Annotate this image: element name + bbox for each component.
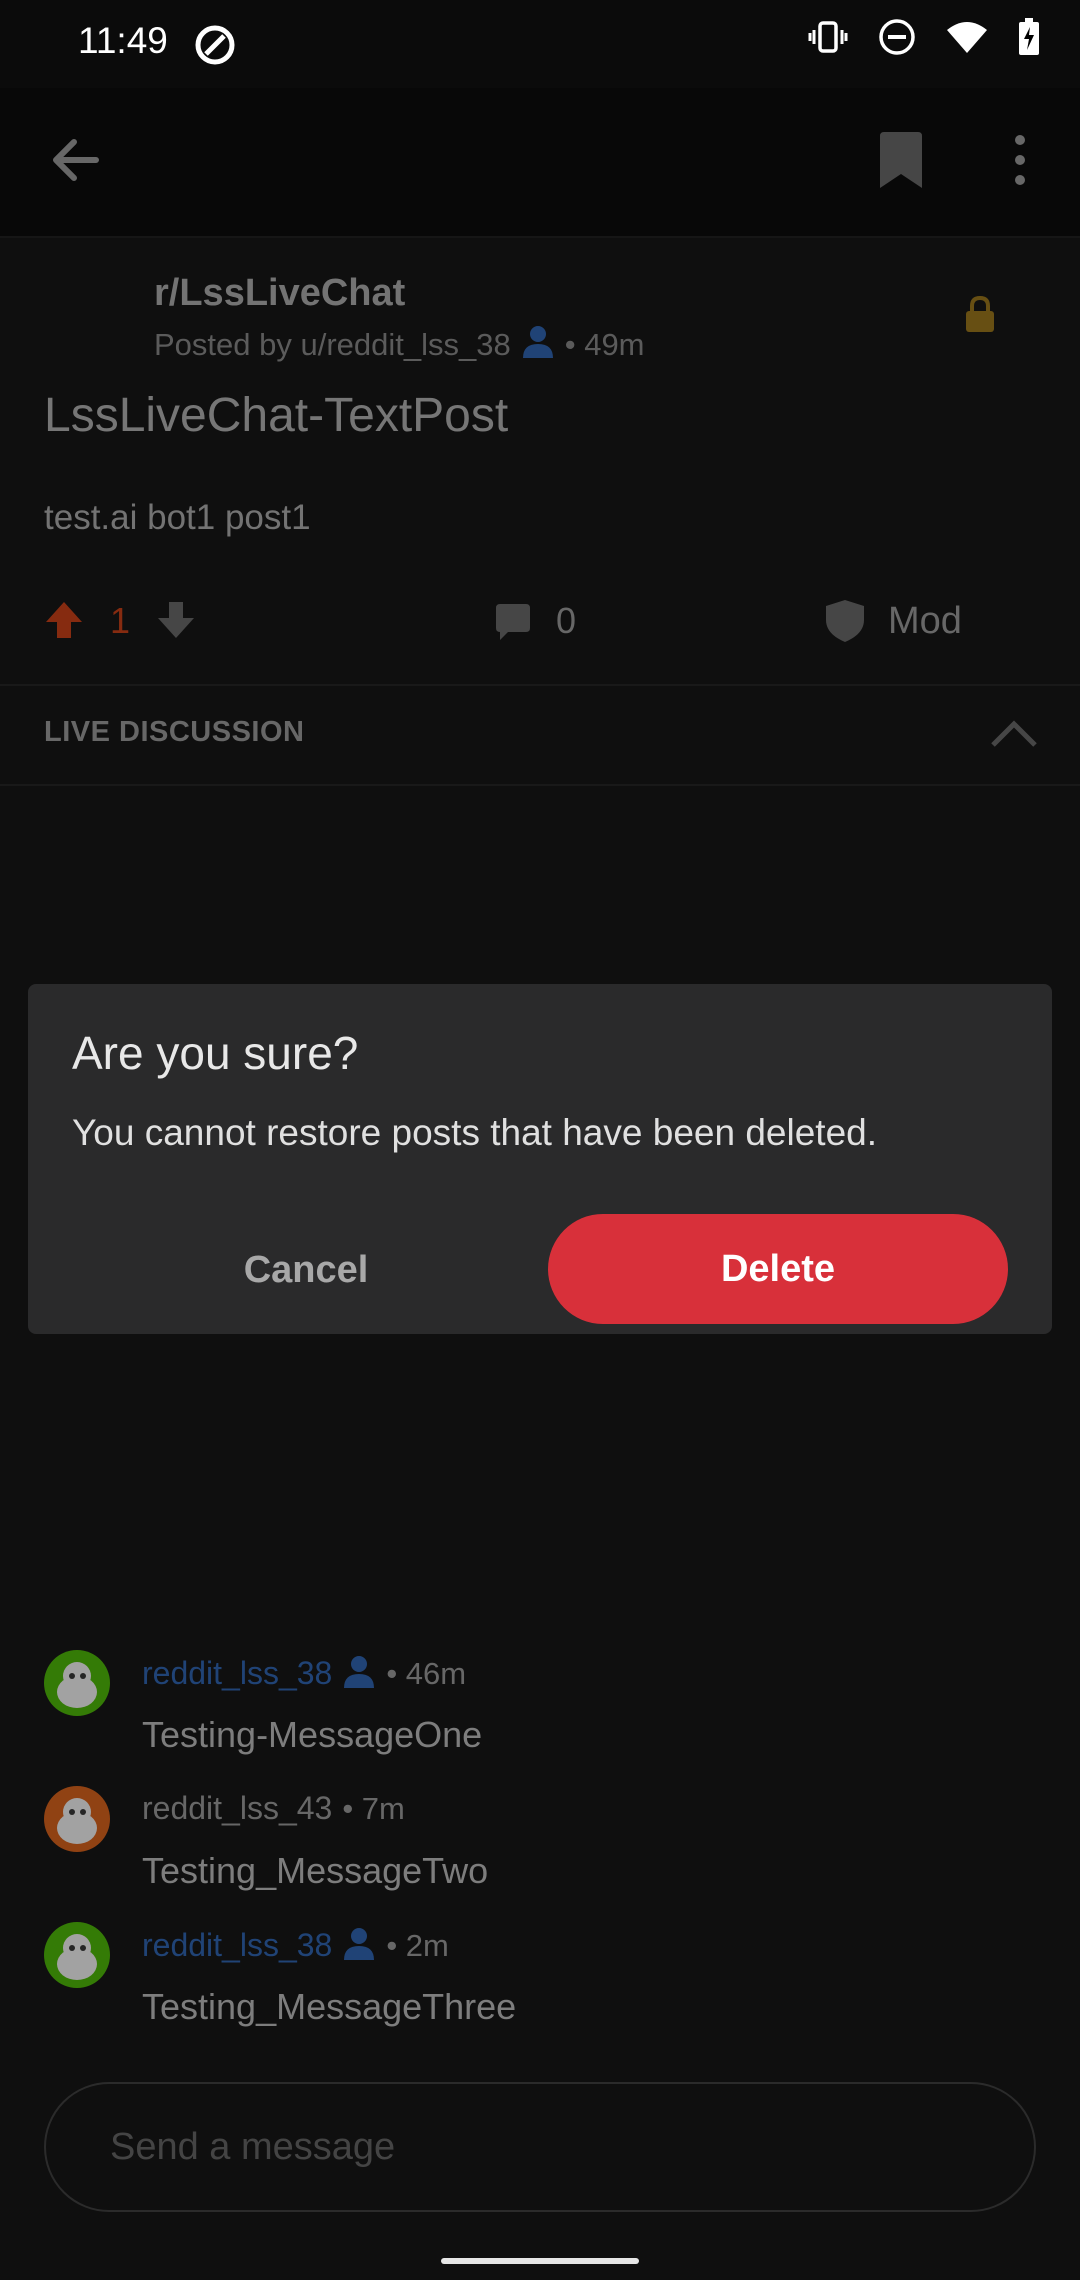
message-text: Testing_MessageThree <box>142 1986 517 2027</box>
post-title: LssLiveChat-TextPost <box>44 389 509 442</box>
list-item: reddit_lss_38 • 2m <box>142 1926 449 1965</box>
dialog-message: You cannot restore posts that have been … <box>72 1112 878 1153</box>
subreddit-name[interactable]: r/LssLiveChat <box>154 272 405 315</box>
op-user-icon <box>521 324 555 366</box>
vibrate-icon <box>808 20 848 59</box>
message-username[interactable]: reddit_lss_38 <box>142 1927 332 1964</box>
wifi-icon <box>946 20 988 59</box>
battery-charging-icon <box>1018 18 1040 61</box>
avatar[interactable] <box>44 1922 110 1993</box>
cancel-button[interactable]: Cancel <box>230 1214 382 1326</box>
post-age: • 49m <box>564 327 645 362</box>
bookmark-icon[interactable] <box>876 132 926 195</box>
live-discussion-title: LIVE DISCUSSION <box>44 716 305 748</box>
delete-button[interactable]: Delete <box>548 1214 1008 1324</box>
mod-button-label[interactable]: Mod <box>888 600 962 643</box>
message-age: • 46m <box>386 1655 467 1691</box>
dialog-title: Are you sure? <box>72 1027 359 1079</box>
status-time: 11:49 <box>78 20 168 61</box>
message-age: • 2m <box>386 1927 449 1963</box>
lock-icon <box>964 295 996 337</box>
list-item: reddit_lss_43 • 7m <box>142 1790 405 1827</box>
op-user-icon <box>342 1654 376 1693</box>
message-username[interactable]: reddit_lss_43 <box>142 1790 332 1827</box>
upvote-icon[interactable] <box>44 600 84 645</box>
message-age: • 7m <box>342 1790 405 1826</box>
post-meta: Posted by u/reddit_lss_38 • 49m <box>154 324 645 366</box>
vote-count: 1 <box>110 600 131 641</box>
message-input[interactable] <box>44 2082 1036 2212</box>
avatar[interactable] <box>44 1786 110 1857</box>
more-options-icon[interactable] <box>1010 134 1030 191</box>
comment-icon[interactable] <box>494 604 532 645</box>
message-text: Testing-MessageOne <box>142 1714 483 1755</box>
posted-by-text[interactable]: Posted by u/reddit_lss_38 <box>154 327 511 363</box>
chevron-up-icon[interactable] <box>990 718 1038 753</box>
list-item: reddit_lss_38 • 46m <box>142 1654 466 1693</box>
op-user-icon <box>342 1926 376 1965</box>
downvote-icon[interactable] <box>156 600 196 645</box>
at-sign-icon <box>194 24 236 71</box>
home-indicator[interactable] <box>441 2258 639 2264</box>
message-username[interactable]: reddit_lss_38 <box>142 1655 332 1692</box>
post-body: test.ai bot1 post1 <box>44 498 311 537</box>
comment-count[interactable]: 0 <box>556 600 576 642</box>
do-not-disturb-icon <box>878 18 916 61</box>
mod-shield-icon[interactable] <box>826 600 864 647</box>
back-arrow-icon[interactable] <box>46 130 106 195</box>
message-text: Testing_MessageTwo <box>142 1850 489 1891</box>
status-icons <box>808 18 1040 61</box>
avatar[interactable] <box>44 1650 110 1721</box>
